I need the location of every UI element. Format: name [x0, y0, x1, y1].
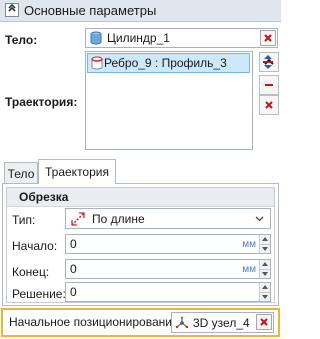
move-down-button[interactable]	[259, 75, 279, 95]
start-spinner[interactable]	[259, 235, 270, 253]
chevron-down-icon	[255, 216, 264, 222]
edge-cylinder-icon	[90, 56, 104, 70]
positioning-field-value: 3D узел_4	[193, 315, 250, 330]
clear-positioning-button[interactable]	[256, 314, 272, 330]
solution-input[interactable]: 0	[65, 282, 271, 302]
close-icon	[264, 34, 272, 42]
body-field[interactable]: Цилиндр_1	[85, 28, 278, 48]
type-select[interactable]: По длине	[65, 208, 271, 229]
tab-trajectory-label: Траектория	[45, 165, 109, 179]
spin-up-icon[interactable]	[260, 283, 270, 292]
solution-input-value: 0	[70, 285, 77, 299]
chevron-up-icon	[7, 3, 17, 17]
spin-up-icon[interactable]	[260, 260, 270, 269]
close-icon	[265, 101, 273, 109]
panel-title: Основные параметры	[24, 3, 157, 18]
close-icon	[260, 318, 268, 326]
positioning-label: Начальное позиционирование:	[9, 315, 182, 329]
tab-trajectory[interactable]: Траектория	[38, 159, 116, 184]
end-input-value: 0	[70, 262, 77, 276]
start-unit: мм	[242, 238, 256, 250]
end-label: Конец:	[12, 265, 50, 279]
spin-down-icon[interactable]	[260, 243, 270, 253]
end-unit: мм	[242, 263, 256, 275]
minus-icon	[264, 82, 274, 88]
list-item-label: Ребро_9 : Профиль_3	[104, 56, 227, 70]
sort-arrows-icon	[261, 54, 275, 70]
start-label: Начало:	[12, 239, 58, 253]
body-field-value: Цилиндр_1	[107, 31, 170, 45]
remove-item-button[interactable]	[259, 95, 279, 115]
type-label: Тип:	[12, 213, 36, 227]
body-label: Тело:	[5, 33, 38, 47]
solution-label: Решение:	[12, 287, 66, 301]
solution-spinner[interactable]	[259, 283, 270, 301]
spin-down-icon[interactable]	[260, 268, 270, 278]
collapse-button[interactable]	[5, 3, 19, 17]
spin-up-icon[interactable]	[260, 235, 270, 244]
end-spinner[interactable]	[259, 260, 270, 278]
clear-body-button[interactable]	[260, 30, 276, 46]
start-input-value: 0	[70, 237, 77, 251]
sort-button[interactable]	[257, 51, 279, 73]
spin-down-icon[interactable]	[260, 291, 270, 301]
tab-body[interactable]: Тело	[4, 162, 38, 184]
trajectory-label: Траектория:	[5, 95, 78, 109]
end-input[interactable]: 0 мм	[65, 259, 271, 279]
trajectory-list[interactable]: Ребро_9 : Профиль_3	[85, 51, 253, 150]
start-input[interactable]: 0 мм	[65, 234, 271, 254]
tab-body-label: Тело	[7, 166, 35, 181]
trim-group-title: Обрезка	[7, 188, 274, 207]
type-select-value: По длине	[92, 211, 145, 226]
length-icon	[70, 211, 86, 227]
list-item[interactable]: Ребро_9 : Профиль_3	[87, 53, 250, 73]
3d-node-icon	[175, 316, 189, 330]
cylinder-icon	[89, 31, 103, 45]
